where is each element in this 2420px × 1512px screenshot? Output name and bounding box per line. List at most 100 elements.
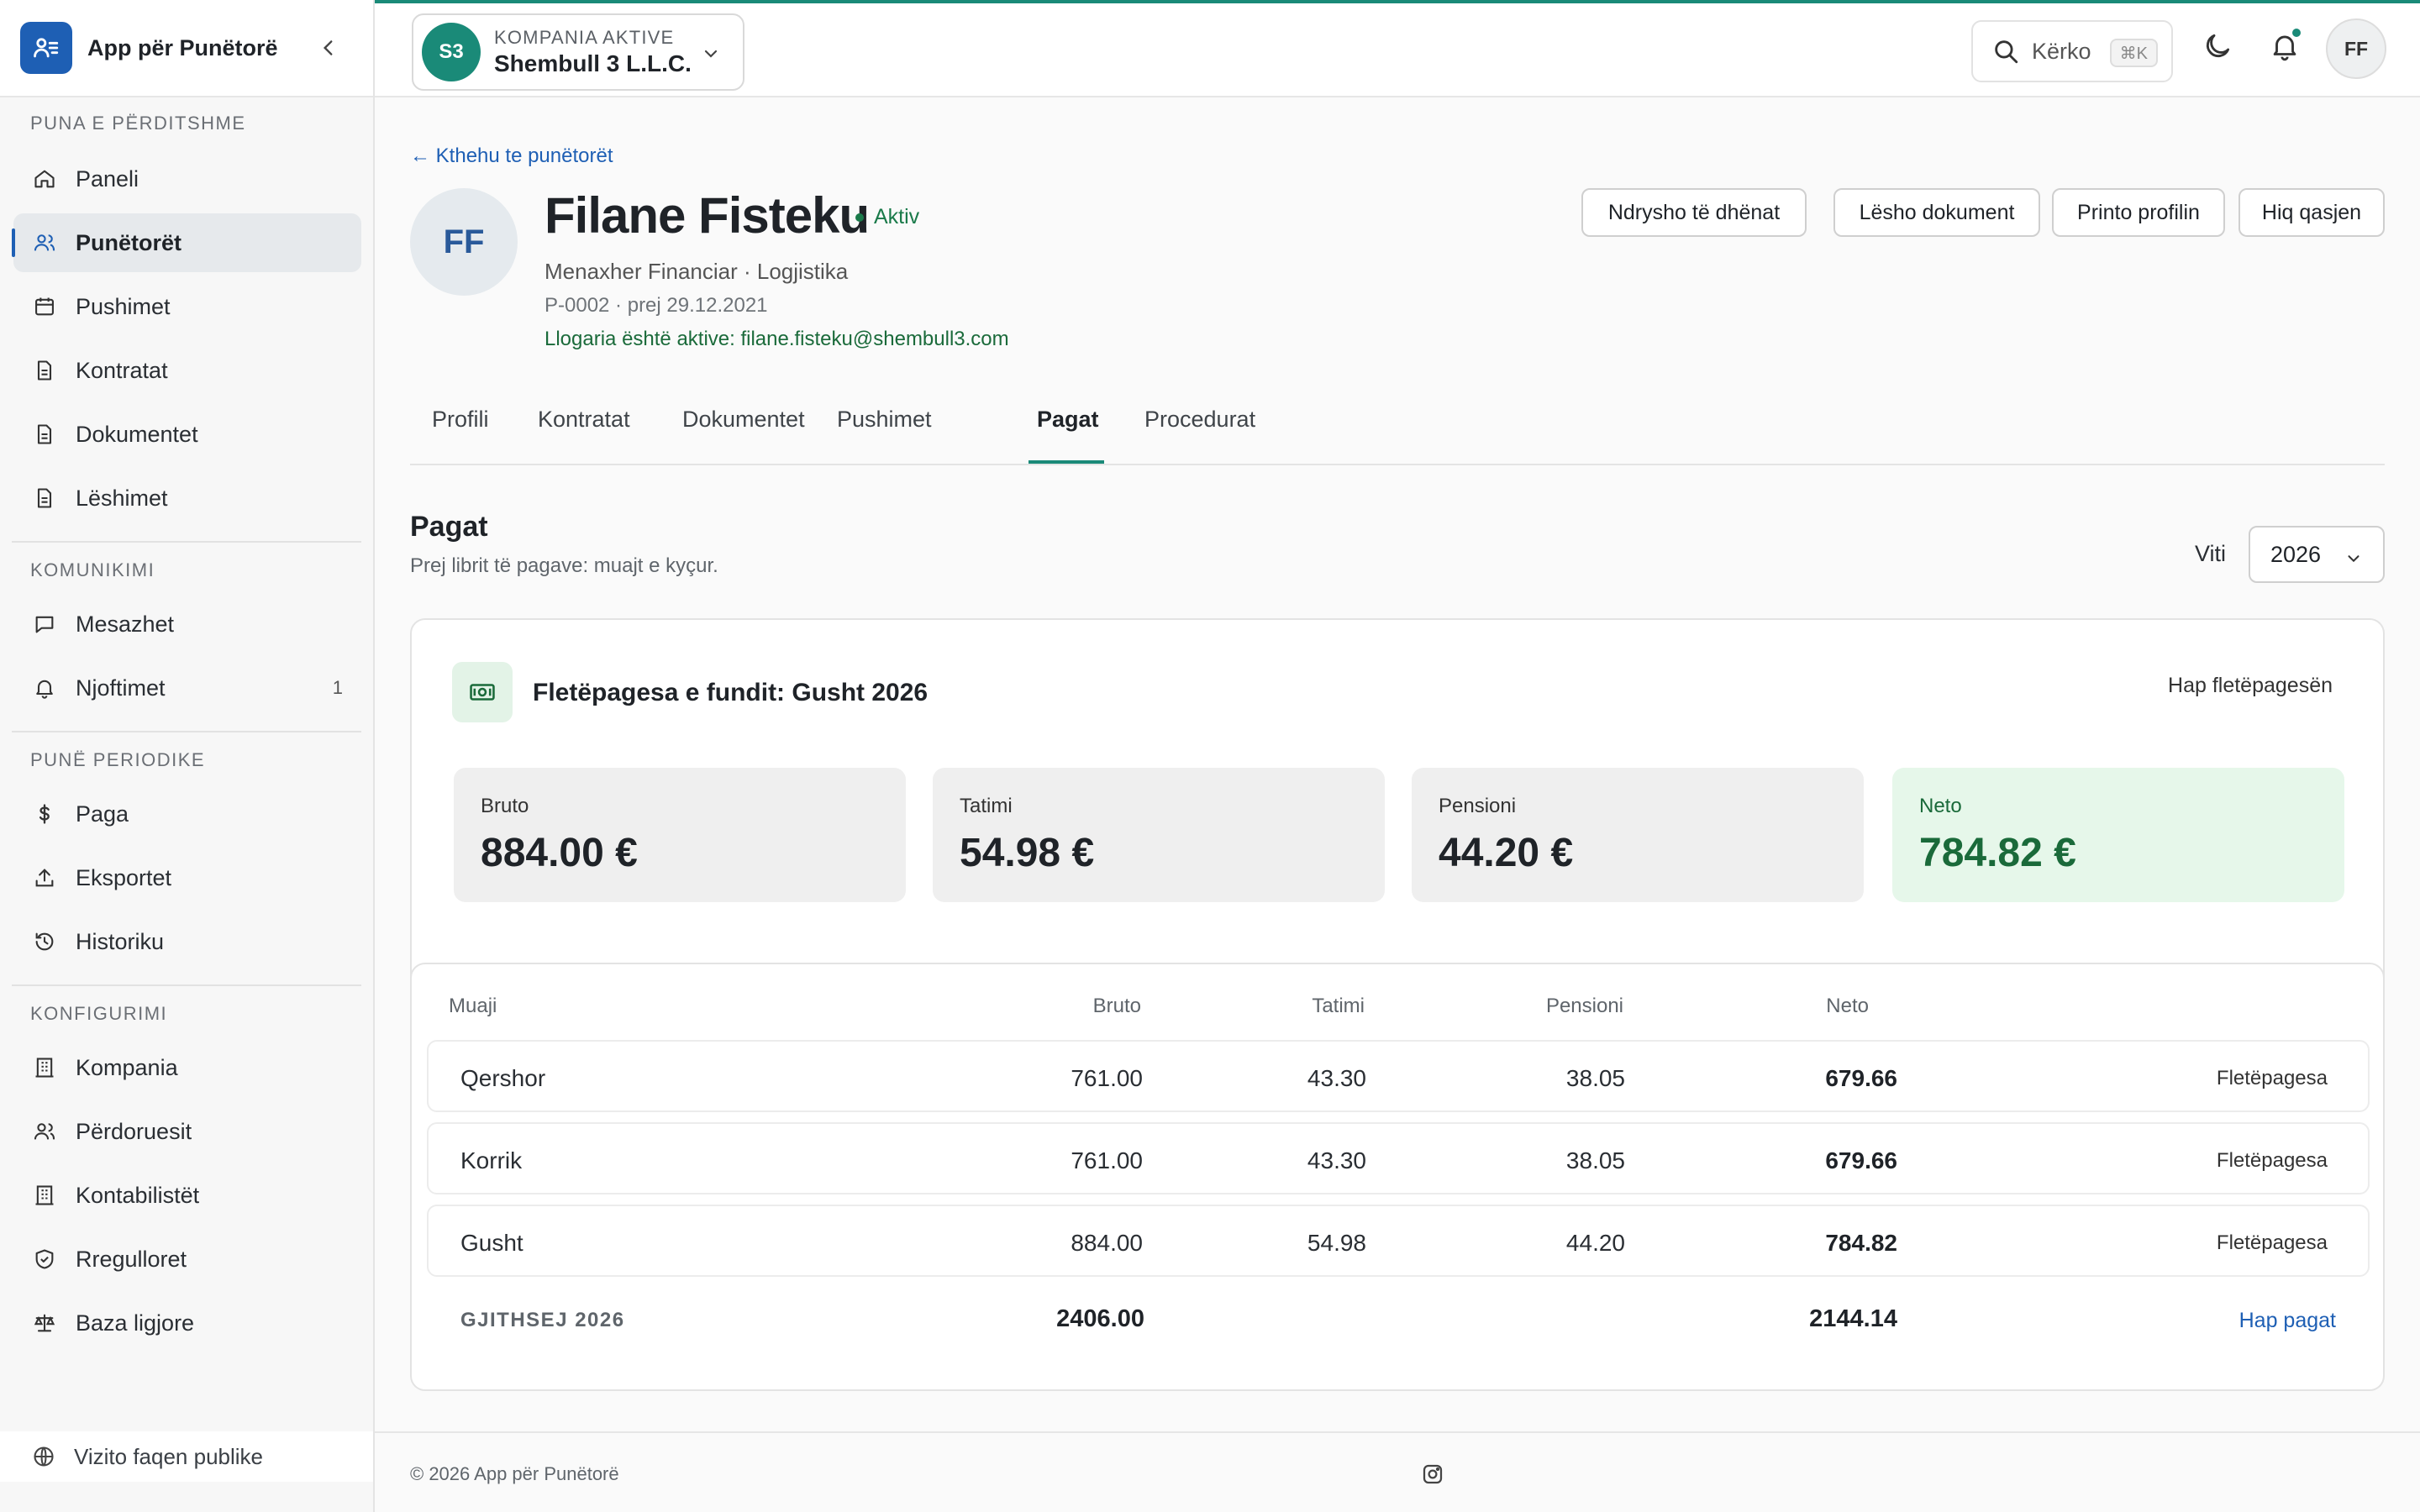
company-avatar: S3 xyxy=(422,23,481,81)
sidebar-item-njoftimet[interactable]: Njoftimet 1 xyxy=(13,659,361,717)
dark-mode-toggle-icon[interactable] xyxy=(2202,30,2233,62)
tab-procedurat[interactable]: Procedurat xyxy=(1144,407,1255,433)
app-name: App për Punëtorë xyxy=(87,34,278,60)
stat-label: Tatimi xyxy=(960,795,1013,817)
employee-role: Menaxher Financiar · Logjistika xyxy=(544,259,849,284)
company-switcher[interactable]: S3 KOMPANIA AKTIVE Shembull 3 L.L.C. xyxy=(412,13,744,91)
section-title: Pagat xyxy=(410,511,488,543)
cell-bruto: 761.00 xyxy=(1071,1147,1143,1173)
tab-pagat[interactable]: Pagat xyxy=(1037,407,1099,433)
cell-neto: 679.66 xyxy=(1825,1065,1897,1091)
print-profile-button[interactable]: Printo profilin xyxy=(2052,188,2225,237)
search-shortcut: ⌘K xyxy=(2109,39,2158,67)
top-header: S3 KOMPANIA AKTIVE Shembull 3 L.L.C. Kër… xyxy=(375,3,2420,97)
search-button[interactable]: Kërko ⌘K xyxy=(1971,20,2173,82)
stat-value: 54.98 € xyxy=(960,831,1095,875)
calendar-icon xyxy=(32,294,57,319)
notification-count: 1 xyxy=(332,677,343,698)
notification-dot xyxy=(2291,27,2302,39)
company-label: KOMPANIA AKTIVE xyxy=(494,27,675,48)
upload-icon xyxy=(32,865,57,890)
open-payslip-link[interactable]: Hap fletëpagesën xyxy=(2168,674,2333,698)
cell-neto: 784.82 xyxy=(1825,1230,1897,1256)
column-header-pensioni: Pensioni xyxy=(1545,995,1623,1017)
footer: © 2026 App për Punëtorë xyxy=(375,1431,2420,1512)
stat-value: 884.00 € xyxy=(481,831,638,875)
sidebar-item-label: Dokumentet xyxy=(76,421,198,447)
cell-tatimi: 43.30 xyxy=(1307,1065,1366,1091)
sidebar-item-mesazhet[interactable]: Mesazhet xyxy=(13,595,361,654)
sidebar-item-baza-ligjore[interactable]: Baza ligjore xyxy=(13,1294,361,1352)
column-header-bruto: Bruto xyxy=(1092,995,1141,1017)
tab-kontratat[interactable]: Kontratat xyxy=(538,407,630,433)
payroll-table: Muaji Bruto Tatimi Pensioni Neto Qershor… xyxy=(410,963,2385,1391)
table-row: Korrik 761.00 43.30 38.05 679.66 Fletëpa… xyxy=(427,1122,2370,1194)
employee-name: Filane Fisteku xyxy=(544,187,870,244)
sidebar-item-label: Paneli xyxy=(76,165,139,192)
chevron-down-icon xyxy=(701,44,721,68)
search-icon xyxy=(1991,37,2020,66)
sidebar-item-paga[interactable]: Paga xyxy=(13,785,361,843)
revoke-access-button[interactable]: Hiq qasjen xyxy=(2238,188,2385,237)
message-icon xyxy=(32,612,57,637)
sidebar-item-paneli[interactable]: Paneli xyxy=(13,150,361,208)
payslip-link[interactable]: Fletëpagesa xyxy=(2217,1231,2328,1255)
sidebar-item-pushimet[interactable]: Pushimet xyxy=(13,277,361,336)
back-to-employees-link[interactable]: ← Kthehu te punëtorët xyxy=(410,144,613,168)
nav-divider xyxy=(12,541,361,543)
open-payroll-link[interactable]: Hap pagat xyxy=(2239,1309,2336,1333)
status-label: Aktiv xyxy=(874,205,920,228)
footer-copyright: © 2026 App për Punëtorë xyxy=(410,1463,619,1484)
issue-document-button[interactable]: Lësho dokument xyxy=(1833,188,2040,237)
sidebar: App për Punëtorë PUNA E PËRDITSHME Panel… xyxy=(0,0,375,1512)
sidebar-item-label: Pushimet xyxy=(76,293,171,319)
stat-tatimi: Tatimi 54.98 € xyxy=(933,768,1385,902)
sidebar-item-rregulloret[interactable]: Rregulloret xyxy=(13,1230,361,1289)
cell-neto: 679.66 xyxy=(1825,1147,1897,1173)
users-icon xyxy=(32,230,57,255)
tab-pushimet[interactable]: Pushimet xyxy=(837,407,932,433)
year-select[interactable]: 2026 xyxy=(2249,526,2385,583)
sidebar-item-label: Rregulloret xyxy=(76,1246,187,1272)
user-avatar[interactable]: FF xyxy=(2326,18,2386,79)
total-neto: 2144.14 xyxy=(1809,1305,1897,1332)
globe-icon xyxy=(32,1445,55,1468)
cell-bruto: 884.00 xyxy=(1071,1230,1143,1256)
active-tab-indicator xyxy=(1028,460,1104,464)
sidebar-item-punetoret[interactable]: Punëtorët xyxy=(12,213,361,272)
payslip-link[interactable]: Fletëpagesa xyxy=(2217,1149,2328,1173)
tab-dokumentet[interactable]: Dokumentet xyxy=(682,407,805,433)
sidebar-item-kontratat[interactable]: Kontratat xyxy=(13,341,361,400)
nav-section-config: KONFIGURIMI xyxy=(30,1003,168,1024)
sidebar-item-label: Eksportet xyxy=(76,864,172,890)
banknote-icon xyxy=(452,662,513,722)
sidebar-item-historiku[interactable]: Historiku xyxy=(13,912,361,971)
public-page-link[interactable]: Vizito faqen publike xyxy=(0,1431,373,1482)
sidebar-item-kompania[interactable]: Kompania xyxy=(13,1038,361,1097)
sidebar-item-dokumentet[interactable]: Dokumentet xyxy=(13,405,361,464)
stat-bruto: Bruto 884.00 € xyxy=(454,768,906,902)
column-header-tatimi: Tatimi xyxy=(1312,995,1365,1017)
sidebar-item-kontabilistet[interactable]: Kontabilistët xyxy=(13,1166,361,1225)
brand[interactable]: App për Punëtorë xyxy=(0,0,373,97)
app-logo-icon xyxy=(20,22,72,74)
instagram-icon[interactable] xyxy=(1420,1462,1445,1491)
sidebar-item-perdoruesit[interactable]: Përdoruesit xyxy=(13,1102,361,1161)
sidebar-item-leshimet[interactable]: Lëshimet xyxy=(13,469,361,528)
collapse-sidebar-icon[interactable] xyxy=(318,37,339,63)
scale-icon xyxy=(32,1310,57,1336)
nav-section-periodic: PUNË PERIODIKE xyxy=(30,749,206,770)
employee-account-status: Llogaria është aktive: filane.fisteku@sh… xyxy=(544,328,1009,350)
table-row: Qershor 761.00 43.30 38.05 679.66 Fletëp… xyxy=(427,1040,2370,1112)
tab-profili[interactable]: Profili xyxy=(432,407,489,433)
sidebar-item-label: Mesazhet xyxy=(76,611,175,637)
sidebar-item-label: Paga xyxy=(76,801,129,827)
sidebar-item-eksportet[interactable]: Eksportet xyxy=(13,848,361,907)
notifications-bell-icon[interactable] xyxy=(2269,27,2302,62)
nav-divider xyxy=(12,984,361,986)
year-value: 2026 xyxy=(2270,541,2322,567)
cell-tatimi: 43.30 xyxy=(1307,1147,1366,1173)
payslip-link[interactable]: Fletëpagesa xyxy=(2217,1067,2328,1090)
edit-data-button[interactable]: Ndrysho të dhënat xyxy=(1581,188,1807,237)
cell-month: Qershor xyxy=(460,1065,546,1091)
